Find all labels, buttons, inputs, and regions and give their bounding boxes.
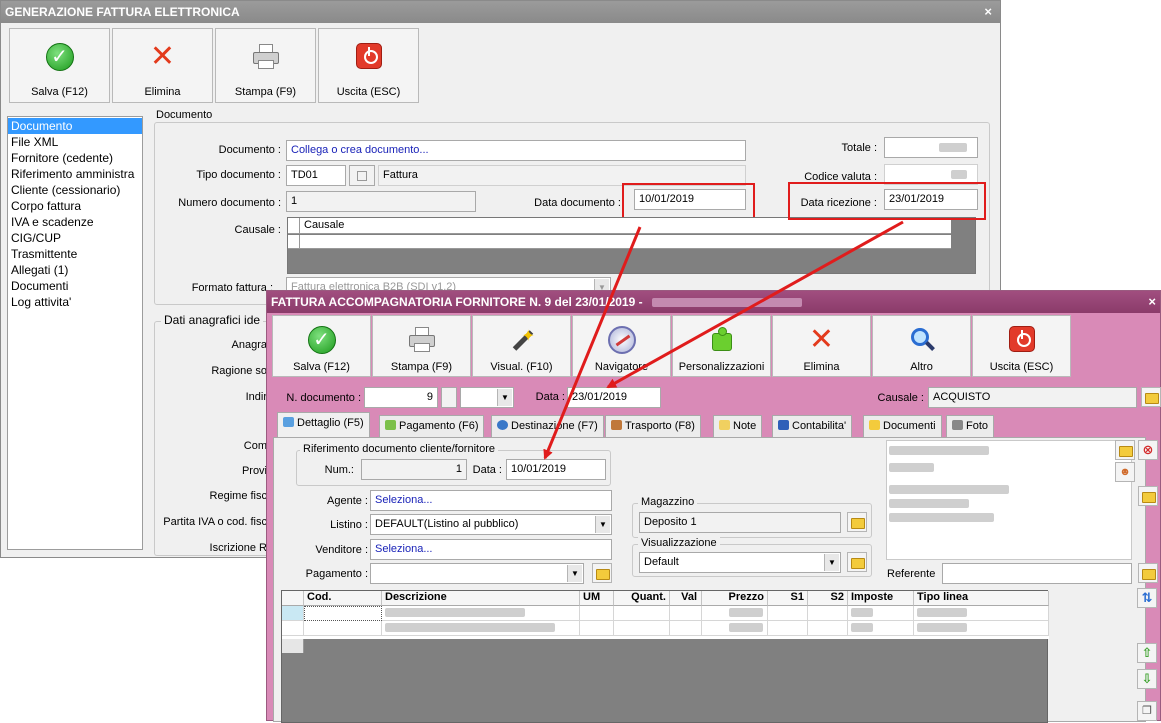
arrow-to-rif-data xyxy=(543,226,642,460)
arrow-to-data xyxy=(606,220,904,389)
annotation-arrows xyxy=(543,220,904,460)
